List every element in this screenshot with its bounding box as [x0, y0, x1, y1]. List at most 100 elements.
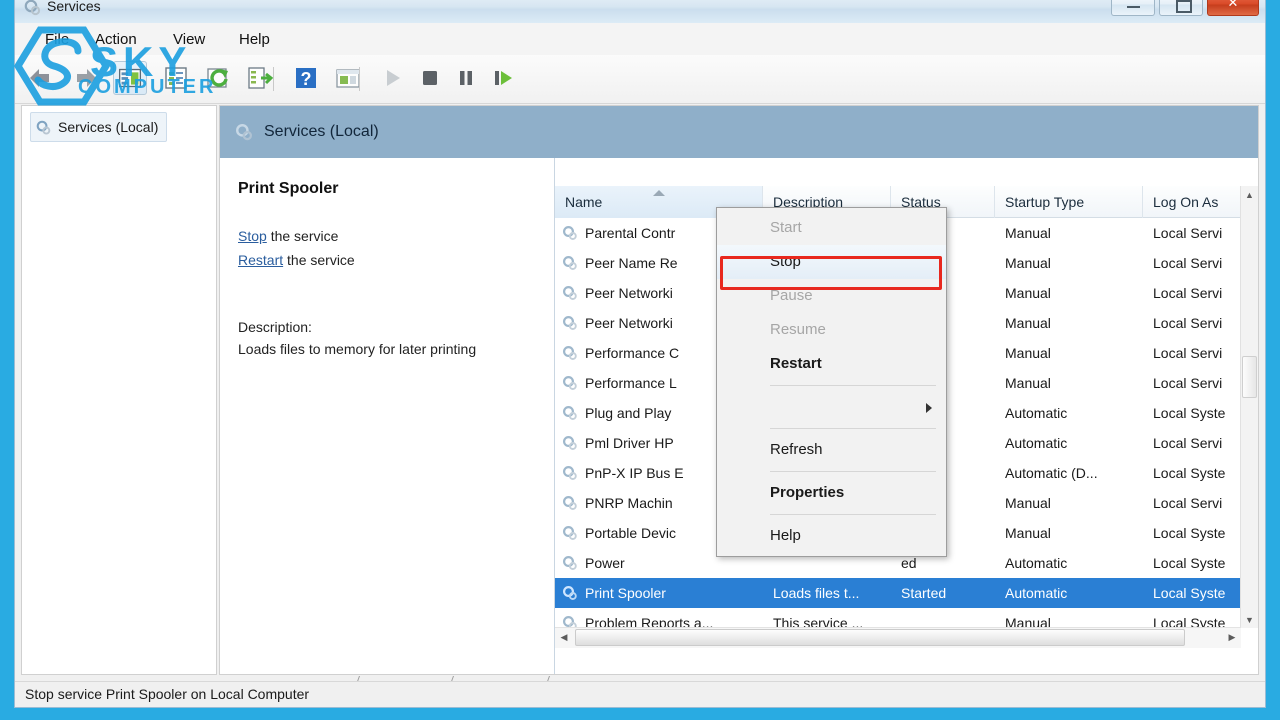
maximize-button[interactable] — [1159, 0, 1203, 16]
context-menu-item-stop[interactable]: Stop — [717, 245, 946, 279]
horizontal-scrollbar[interactable]: ◀ ▶ — [555, 627, 1241, 648]
stop-service-line: Stop the service — [238, 224, 538, 248]
service-startup-type-cell: Manual — [1005, 225, 1051, 241]
restart-service-line: Restart the service — [238, 248, 538, 272]
stop-service-link[interactable]: Stop — [238, 228, 267, 244]
stop-service-button[interactable] — [413, 61, 447, 95]
forward-arrow-icon — [77, 69, 96, 87]
context-menu-item-restart[interactable]: Restart — [717, 347, 946, 381]
stop-square-icon — [423, 71, 437, 85]
scroll-left-button[interactable]: ◀ — [555, 628, 573, 647]
services-window: Services ✕ File Action View Help ? Servi… — [14, 0, 1266, 708]
play-icon — [387, 70, 400, 86]
menu-view[interactable]: View — [167, 29, 211, 50]
svg-text:?: ? — [301, 69, 312, 89]
minimize-icon — [1127, 6, 1140, 8]
pane-header: Services (Local) — [220, 106, 1258, 158]
scroll-right-button[interactable]: ▶ — [1223, 628, 1241, 647]
service-name-cell: Problem Reports a... — [585, 615, 714, 628]
service-status-cell — [891, 608, 995, 628]
menu-help[interactable]: Help — [233, 29, 276, 50]
console-tree-icon — [118, 68, 142, 88]
context-menu-item-pause: Pause — [770, 287, 813, 304]
toolbar-separator-2 — [359, 67, 360, 91]
menu-action[interactable]: Action — [89, 29, 143, 50]
sidebar-item-services-local[interactable]: Services (Local) — [30, 112, 168, 142]
horizontal-scrollbar-thumb[interactable] — [575, 629, 1185, 646]
refresh-icon — [207, 68, 228, 88]
description-label: Description: — [238, 319, 312, 335]
restart-service-link[interactable]: Restart — [238, 252, 283, 268]
context-menu-item-start: Start — [770, 219, 802, 236]
close-button[interactable]: ✕ — [1207, 0, 1259, 16]
service-name-cell: Print Spooler — [585, 585, 666, 601]
table-row[interactable]: Problem Reports a... This service ... Manu… — [555, 608, 1258, 628]
chevron-up-icon: ▲ — [1245, 190, 1254, 200]
submenu-arrow-icon — [926, 403, 932, 413]
chevron-right-icon: ▶ — [1228, 632, 1236, 642]
chevron-down-icon: ▼ — [1245, 615, 1254, 625]
help-question-icon: ? — [296, 68, 316, 89]
description-text: Loads files to memory for later printing — [238, 341, 477, 357]
service-startup-type-cell: Manual — [1005, 375, 1051, 391]
vertical-scrollbar-thumb[interactable] — [1242, 356, 1257, 398]
scroll-up-button[interactable]: ▲ — [1241, 186, 1258, 203]
service-status-cell: Started — [901, 585, 947, 601]
service-startup-type-cell: Automatic — [1005, 435, 1068, 451]
restart-icon — [495, 71, 512, 85]
title-bar: Services ✕ — [15, 0, 1265, 23]
sort-ascending-icon — [653, 190, 665, 196]
restart-service-button[interactable] — [485, 61, 519, 95]
toolbar: ? — [15, 55, 1265, 104]
refresh-button[interactable] — [201, 61, 235, 95]
context-menu: Start Stop Pause Resume Restart Refresh … — [716, 207, 947, 557]
context-menu-item-all-tasks[interactable] — [717, 390, 946, 424]
menu-bar: File Action View Help — [15, 23, 1265, 56]
show-console-tree-button[interactable] — [113, 61, 147, 95]
restart-service-suffix: the service — [283, 252, 355, 268]
start-service-button[interactable] — [375, 61, 409, 95]
sidebar-item-label: Services (Local) — [58, 119, 159, 135]
window-title: Services — [47, 0, 101, 14]
maximize-icon — [1176, 0, 1192, 13]
minimize-button[interactable] — [1111, 0, 1155, 16]
back-button[interactable] — [25, 61, 59, 95]
stop-service-suffix: the service — [266, 228, 339, 244]
help-button[interactable]: ? — [289, 61, 323, 95]
pause-service-button[interactable] — [449, 61, 483, 95]
service-startup-type-cell: Manual — [1005, 315, 1051, 331]
scroll-down-button[interactable]: ▼ — [1241, 611, 1258, 628]
chevron-left-icon: ◀ — [560, 632, 568, 642]
context-menu-separator — [770, 385, 936, 386]
service-description-cell: Loads files t... — [773, 585, 860, 601]
service-startup-type-cell: Automatic (D... — [1005, 465, 1098, 481]
context-menu-separator-2 — [770, 428, 936, 429]
close-icon: ✕ — [1227, 0, 1239, 10]
menu-file[interactable]: File — [39, 29, 75, 50]
service-description-cell: This service ... — [773, 615, 864, 628]
export-list-icon — [248, 67, 274, 89]
back-arrow-icon — [30, 69, 49, 87]
service-startup-type-cell: Automatic — [1005, 405, 1068, 421]
properties-button[interactable] — [159, 61, 193, 95]
toolbar-separator — [273, 67, 274, 91]
service-detail-pane: Print Spooler Stop the service Restart t… — [220, 158, 554, 674]
context-menu-item-help[interactable]: Help — [717, 519, 946, 553]
service-startup-type-cell: Manual — [1005, 615, 1051, 628]
pane-header-label: Services (Local) — [264, 123, 379, 140]
export-list-button[interactable] — [243, 61, 277, 95]
context-menu-item-properties[interactable]: Properties — [717, 476, 946, 510]
service-startup-type-cell: Automatic — [1005, 555, 1068, 571]
context-menu-item-refresh[interactable]: Refresh — [717, 433, 946, 467]
pause-icon — [460, 71, 472, 85]
service-startup-type-cell: Manual — [1005, 525, 1051, 541]
forward-button[interactable] — [67, 61, 101, 95]
service-startup-type-cell: Automatic — [1005, 585, 1068, 601]
services-gear-icon — [36, 120, 51, 134]
table-row[interactable]: Print Spooler Loads files t... Started Auto… — [555, 578, 1258, 608]
context-menu-separator-3 — [770, 471, 936, 472]
context-menu-separator-4 — [770, 514, 936, 515]
context-menu-item-resume: Resume — [770, 321, 826, 338]
column-header-startup-type[interactable]: Startup Type — [995, 186, 1143, 218]
vertical-scrollbar[interactable]: ▲ ▼ — [1240, 186, 1258, 628]
